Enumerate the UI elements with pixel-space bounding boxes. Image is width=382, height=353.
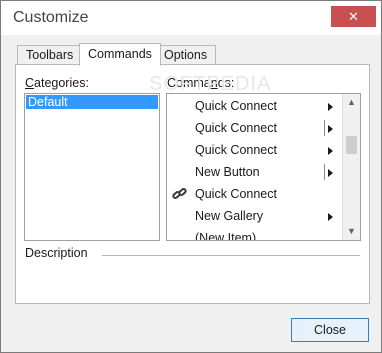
submenu-arrow-icon (328, 147, 333, 155)
list-item[interactable]: Quick Connect (168, 183, 341, 205)
categories-label: Categories: (25, 76, 89, 90)
list-item[interactable]: New Gallery (168, 205, 341, 227)
submenu-arrow-icon (328, 213, 333, 221)
list-item[interactable]: (New Item) (168, 227, 341, 240)
tab-options[interactable]: Options (155, 45, 217, 65)
submenu-arrow-icon (328, 169, 333, 177)
submenu-arrow-icon (328, 103, 333, 111)
categories-listbox[interactable]: Default (24, 93, 160, 241)
scroll-down-icon[interactable]: ▼ (343, 223, 360, 240)
tab-toolbars[interactable]: Toolbars (17, 45, 83, 65)
window-title: Customize (13, 9, 89, 26)
split-divider (324, 164, 325, 180)
window-close-button[interactable]: ✕ (331, 6, 376, 27)
description-label: Description (25, 246, 88, 260)
list-item[interactable]: Quick Connect (168, 139, 341, 161)
commands-listbox[interactable]: Quick Connect Quick Connect Quick Connec… (166, 93, 361, 241)
commands-scrollbar[interactable]: ▲ ▼ (342, 94, 360, 240)
commands-label: Commands: (167, 76, 235, 90)
tab-commands[interactable]: Commands (79, 43, 161, 66)
close-icon: ✕ (348, 9, 359, 24)
description-divider (102, 255, 360, 256)
close-button[interactable]: Close (291, 318, 369, 342)
tab-toolbars-label: Toolbars (26, 48, 74, 62)
category-item-default[interactable]: Default (26, 95, 158, 109)
list-item[interactable]: Quick Connect (168, 117, 341, 139)
scroll-thumb[interactable] (346, 136, 357, 154)
tab-options-label: Options (164, 48, 208, 62)
tab-commands-label: Commands (88, 47, 152, 61)
scroll-up-icon[interactable]: ▲ (343, 94, 360, 111)
chain-link-icon (172, 188, 187, 199)
list-item[interactable]: New Button (168, 161, 341, 183)
title-bar[interactable]: Customize ✕ (1, 1, 381, 35)
commands-list: Quick Connect Quick Connect Quick Connec… (168, 95, 341, 240)
commands-tab-panel: Categories: Default Commands: Quick Conn… (15, 64, 370, 304)
split-divider (324, 120, 325, 136)
list-item[interactable]: Quick Connect (168, 95, 341, 117)
customize-dialog: Customize ✕ Toolbars Commands Options Ca… (0, 0, 382, 353)
submenu-arrow-icon (328, 125, 333, 133)
